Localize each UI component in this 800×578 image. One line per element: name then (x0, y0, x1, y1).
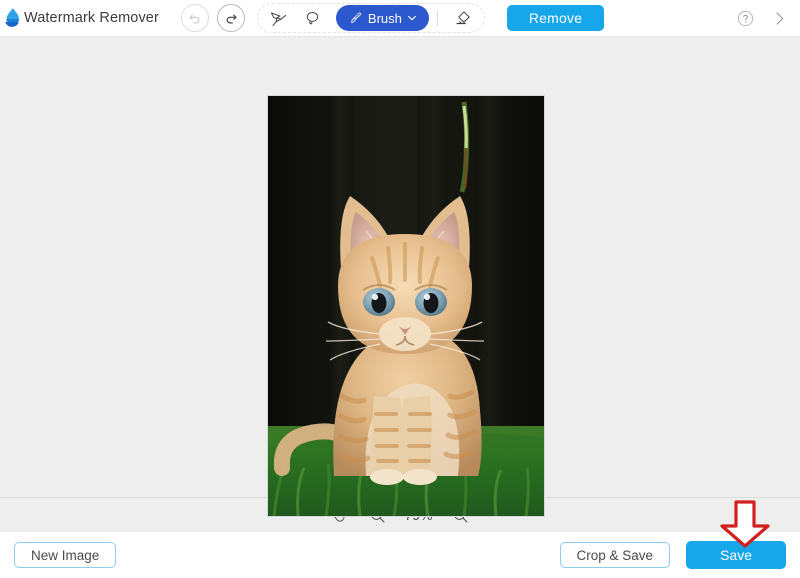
polygon-select-icon (271, 11, 287, 26)
chevron-down-icon (407, 15, 416, 21)
redo-button[interactable] (216, 4, 245, 32)
eraser-tool[interactable] (448, 5, 478, 31)
crop-and-save-button[interactable]: Crop & Save (559, 542, 671, 568)
edit-toolbar: Brush Remove (177, 3, 605, 33)
brush-label: Brush (367, 10, 402, 26)
remove-button[interactable]: Remove (506, 5, 605, 31)
undo-arrow-icon (189, 14, 200, 24)
polygon-select-tool[interactable] (264, 5, 294, 31)
paintbrush-icon (350, 11, 361, 23)
question-mark-icon (737, 10, 753, 26)
app-title: Watermark Remover (24, 10, 159, 26)
water-drop-wave-logo (2, 7, 24, 29)
app-header: Watermark Remover Brush Remove (0, 0, 800, 36)
next-panel-button[interactable] (766, 5, 792, 31)
brand: Watermark Remover (0, 7, 159, 29)
redo-arrow-icon (226, 14, 237, 24)
selection-tool-group: Brush (256, 3, 485, 33)
kitten-photo (268, 96, 544, 516)
lasso-select-icon (307, 11, 319, 24)
help-button[interactable] (732, 5, 758, 31)
footer-right-actions: Crop & Save Save (559, 541, 786, 569)
eraser-icon (456, 11, 470, 25)
image-preview[interactable] (267, 95, 545, 517)
brush-tool-button[interactable]: Brush (335, 5, 429, 31)
editor-canvas[interactable] (0, 36, 800, 517)
new-image-button[interactable]: New Image (14, 542, 117, 568)
toolbar-divider (436, 10, 438, 26)
undo-button[interactable] (180, 4, 209, 32)
lasso-select-tool[interactable] (298, 5, 328, 31)
watermark-remover-app: Watermark Remover Brush Remove New Image… (0, 0, 800, 578)
chevron-right-icon (775, 11, 783, 25)
save-button[interactable]: Save (686, 541, 786, 569)
header-right-actions (728, 5, 800, 31)
app-footer: New Image Crop & Save Save (0, 532, 800, 578)
